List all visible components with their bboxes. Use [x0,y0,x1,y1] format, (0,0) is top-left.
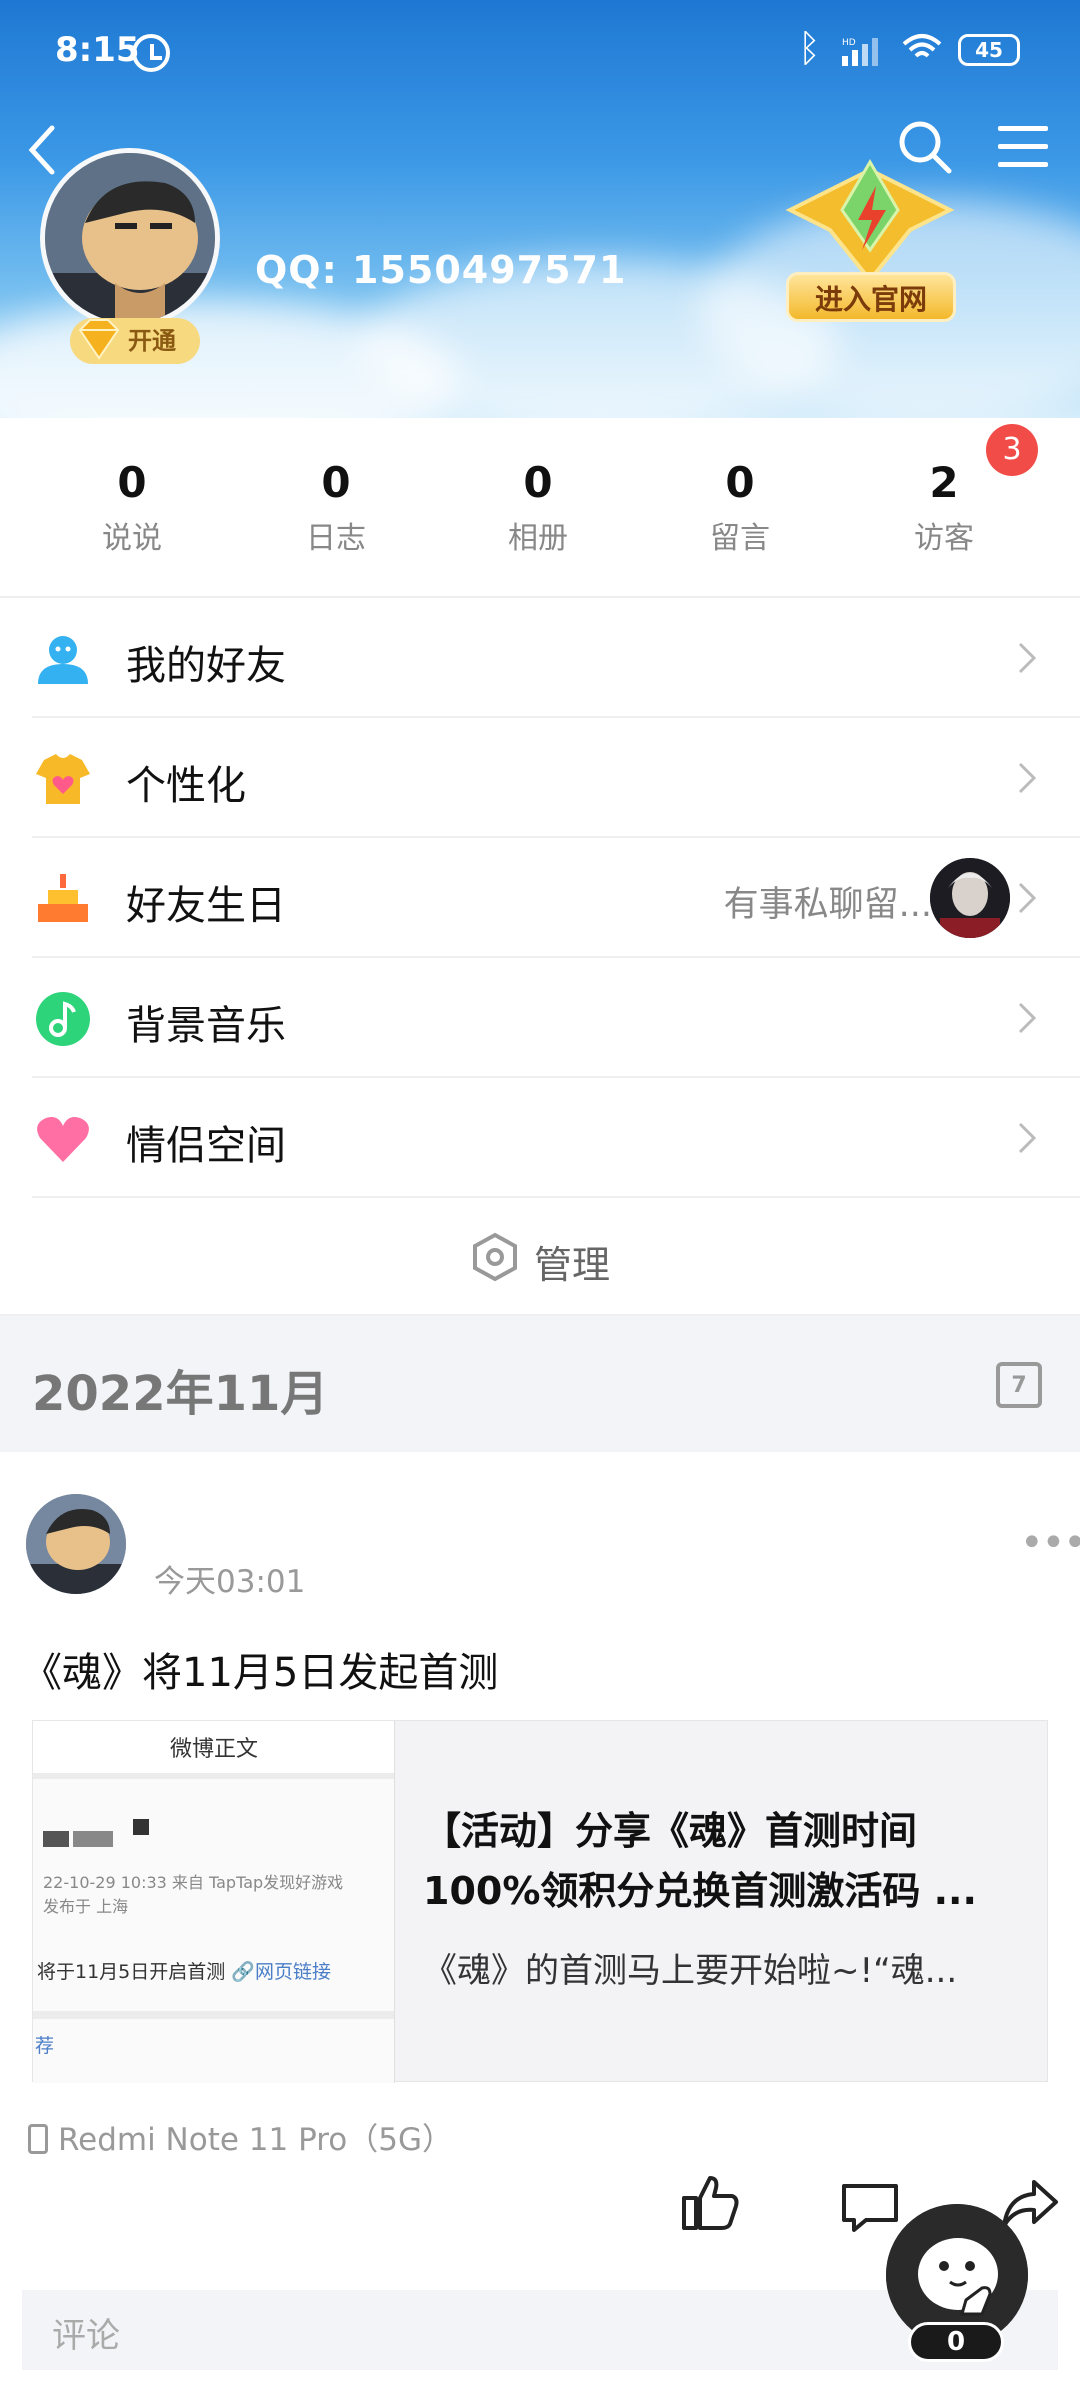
month-label: 2022年11月 [32,1366,329,1422]
stat-messages[interactable]: 0 留言 [680,458,800,557]
status-time: 8:15 [55,30,140,70]
stat-value: 0 [321,458,351,507]
phone-icon [28,2124,48,2154]
bluetooth-icon: ᛒ [798,26,821,70]
svg-text:HD: HD [842,38,856,48]
card-title: 【活动】分享《魂》首测时间100%领积分兑换首测激活码 ... [423,1809,977,1913]
profile-avatar[interactable] [40,148,220,328]
chevron-right-icon [1018,1122,1037,1154]
chevron-right-icon [1018,642,1037,674]
link-thumbnail: 微博正文 22-10-29 10:33 来自 TapTap发现好游戏 发布于 上… [33,1721,395,2083]
vip-label: 开通 [128,327,176,355]
battery-indicator: 45 [958,34,1020,66]
birthday-friend-avatar [930,858,1010,938]
menu-item-label: 背景音乐 [126,1003,286,1049]
menu-item-background-music[interactable]: 背景音乐 [32,958,1080,1078]
stat-value: 0 [117,458,147,507]
post-title: 《魂》将11月5日发起首测 [22,1650,499,1696]
thumb-link: 网页链接 [254,1961,331,1983]
thumb-header: 微博正文 [33,1721,394,1779]
stat-value: 2 [929,458,959,507]
comment-icon[interactable] [840,2182,900,2234]
comment-placeholder: 评论 [52,2316,120,2356]
stat-diary[interactable]: 0 日志 [276,458,396,557]
enter-official-site-button[interactable]: 进入官网 [786,272,956,322]
device-label: Redmi Note 11 Pro（5G） [58,2122,454,2158]
stat-album[interactable]: 0 相册 [478,458,598,557]
manage-button[interactable]: 管理 [0,1198,1080,1316]
friends-icon [38,636,88,684]
alarm-icon [132,34,170,72]
more-options-icon[interactable]: ••• [1020,1520,1080,1566]
link-icon: 🔗 [231,1961,255,1983]
thumb-line: 发布于 上海 [43,1897,129,1916]
stat-value: 0 [523,458,553,507]
personalize-icon [36,754,90,804]
month-header: 2022年11月 7 [0,1316,1080,1452]
menu-item-couple-space[interactable]: 情侣空间 [32,1078,1080,1198]
post-time: 今天03:01 [154,1564,306,1600]
menu-item-label: 我的好友 [126,643,286,689]
calendar-icon[interactable]: 7 [996,1362,1042,1408]
birthday-cake-icon [38,874,88,922]
menu-icon[interactable] [998,124,1048,168]
status-bar: 8:15 ᛒ HD 45 [0,0,1080,100]
wifi-icon [902,34,942,58]
menu-item-label: 情侣空间 [126,1123,286,1169]
chevron-right-icon [1018,762,1037,794]
chevron-right-icon [1018,882,1037,914]
settings-hexagon-icon [473,1232,517,1282]
profile-header: 8:15 ᛒ HD 45 开通 QQ: 1550497571 进入官网 [0,0,1080,418]
post-device: Redmi Note 11 Pro（5G） [28,2114,453,2159]
share-icon[interactable] [1000,2178,1060,2232]
music-icon [36,992,90,1046]
menu-item-label: 个性化 [126,763,246,809]
stat-label: 相册 [508,521,568,556]
heart-icon [37,1117,89,1162]
manage-label: 管理 [534,1243,611,1287]
like-icon[interactable] [680,2172,740,2232]
stat-label: 访客 [914,521,974,556]
chevron-right-icon [1018,1002,1037,1034]
stat-label: 留言 [710,521,770,556]
menu-item-friend-birthday[interactable]: 好友生日 有事私聊留... [32,838,1080,958]
shared-link-card[interactable]: 微博正文 22-10-29 10:33 来自 TapTap发现好游戏 发布于 上… [32,1720,1048,2083]
profile-menu-list: 我的好友 个性化 好友生日 有事私聊留... 背景音乐 情侣空间 [0,598,1080,1198]
menu-item-label: 好友生日 [126,883,286,929]
visitor-count-badge: 3 [986,424,1038,476]
thumb-line: 荐 [35,2035,55,2057]
diamond-icon [78,319,120,360]
menu-item-personalize[interactable]: 个性化 [32,718,1080,838]
stat-label: 说说 [102,521,162,556]
stat-visitors[interactable]: 2 访客 [884,458,1004,557]
thumb-text: 将于11月5日开启首测 [37,1961,226,1983]
stat-label: 日志 [306,521,366,556]
card-description: 《魂》的首测马上要开始啦~!“魂... [423,1951,958,1991]
thumb-line: 22-10-29 10:33 来自 TapTap发现好游戏 [43,1873,344,1892]
stat-moments[interactable]: 0 说说 [72,458,192,557]
qzone-profile-page: 8:15 ᛒ HD 45 开通 QQ: 1550497571 进入官网 0 说说… [0,0,1080,2400]
birthday-friend-status: 有事私聊留... [723,885,932,925]
stat-value: 0 [725,458,755,507]
profile-stats: 0 说说 0 日志 0 相册 0 留言 2 访客 [0,418,1080,598]
thumb-line: 将于11月5日开启首测 🔗网页链接 [37,1957,394,1984]
back-arrow-icon[interactable] [22,120,66,180]
menu-item-friends[interactable]: 我的好友 [32,598,1080,718]
signal-icon: HD [842,38,878,66]
qq-number: QQ: 1550497571 [255,248,627,292]
post-author-avatar[interactable] [26,1494,126,1594]
floating-count-badge: 0 [908,2322,1004,2362]
